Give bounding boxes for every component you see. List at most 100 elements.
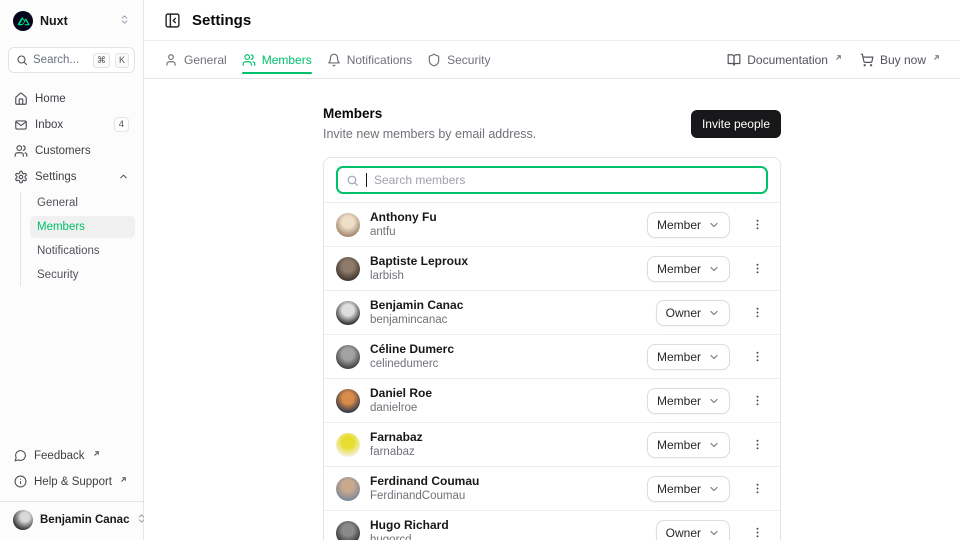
member-avatar bbox=[336, 213, 360, 237]
member-actions-menu[interactable] bbox=[746, 300, 768, 326]
invite-people-button[interactable]: Invite people bbox=[691, 110, 781, 138]
member-username: danielroe bbox=[370, 401, 637, 415]
chevron-down-icon bbox=[708, 527, 720, 539]
member-row: Céline Dumerc celinedumerc Member bbox=[324, 334, 780, 378]
member-row: Baptiste Leproux larbish Member bbox=[324, 246, 780, 290]
sidebar-search-placeholder: Search... bbox=[33, 54, 88, 66]
sidebar-item-feedback[interactable]: Feedback bbox=[8, 444, 135, 467]
ellipsis-vertical-icon bbox=[751, 438, 764, 451]
member-role-select[interactable]: Member bbox=[647, 476, 730, 502]
page-header: Settings bbox=[144, 0, 960, 41]
sidebar-item-customers[interactable]: Customers bbox=[8, 139, 135, 162]
user-avatar bbox=[13, 510, 33, 530]
member-name: Farnabaz bbox=[370, 430, 637, 444]
member-name: Céline Dumerc bbox=[370, 342, 637, 356]
sidebar-item-general[interactable]: General bbox=[30, 192, 135, 214]
member-actions-menu[interactable] bbox=[746, 388, 768, 414]
member-actions-menu[interactable] bbox=[746, 344, 768, 370]
tab-notifications[interactable]: Notifications bbox=[327, 41, 412, 78]
user-icon bbox=[164, 53, 178, 67]
member-name: Hugo Richard bbox=[370, 518, 646, 532]
member-role-select[interactable]: Owner bbox=[656, 300, 730, 326]
chevron-up-down-icon bbox=[119, 12, 130, 30]
member-row: Farnabaz farnabaz Member bbox=[324, 422, 780, 466]
member-actions-menu[interactable] bbox=[746, 432, 768, 458]
member-row: Ferdinand Coumau FerdinandCoumau Member bbox=[324, 466, 780, 510]
inbox-count-badge: 4 bbox=[114, 117, 129, 132]
member-role-select[interactable]: Owner bbox=[656, 520, 730, 540]
info-icon bbox=[14, 475, 27, 488]
member-role-select[interactable]: Member bbox=[647, 344, 730, 370]
member-username: larbish bbox=[370, 269, 637, 283]
external-link-icon bbox=[933, 50, 940, 64]
users-icon bbox=[14, 144, 28, 158]
sidebar-item-settings[interactable]: Settings bbox=[8, 165, 135, 188]
gear-icon bbox=[14, 170, 28, 184]
member-row: Benjamin Canac benjamincanac Owner bbox=[324, 290, 780, 334]
search-members-input[interactable]: Search members bbox=[336, 166, 768, 194]
chevron-down-icon bbox=[708, 395, 720, 407]
shield-icon bbox=[427, 53, 441, 67]
search-icon bbox=[16, 54, 28, 66]
sidebar-item-home[interactable]: Home bbox=[8, 87, 135, 110]
sidebar-item-security[interactable]: Security bbox=[30, 264, 135, 286]
sidebar-item-inbox[interactable]: Inbox 4 bbox=[8, 113, 135, 136]
member-username: hugorcd bbox=[370, 533, 646, 540]
message-icon bbox=[14, 449, 27, 462]
sidebar-item-help-support[interactable]: Help & Support bbox=[8, 470, 135, 493]
user-name: Benjamin Canac bbox=[40, 514, 129, 526]
member-actions-menu[interactable] bbox=[746, 212, 768, 238]
search-icon bbox=[346, 174, 359, 187]
member-role-select[interactable]: Member bbox=[647, 256, 730, 282]
team-switcher[interactable]: Nuxt bbox=[8, 8, 135, 34]
settings-tabbar: General Members Notifications Security D… bbox=[144, 41, 960, 79]
member-name: Baptiste Leproux bbox=[370, 254, 637, 268]
ellipsis-vertical-icon bbox=[751, 306, 764, 319]
member-name: Benjamin Canac bbox=[370, 298, 646, 312]
content-area: Members Invite new members by email addr… bbox=[144, 79, 960, 540]
member-avatar bbox=[336, 257, 360, 281]
kbd-cmd: ⌘ bbox=[93, 53, 110, 68]
tab-members[interactable]: Members bbox=[242, 41, 312, 78]
nuxt-logo-icon bbox=[13, 11, 33, 31]
text-cursor bbox=[366, 173, 367, 187]
ellipsis-vertical-icon bbox=[751, 218, 764, 231]
ellipsis-vertical-icon bbox=[751, 350, 764, 363]
chevron-down-icon bbox=[708, 307, 720, 319]
users-icon bbox=[242, 53, 256, 67]
cart-icon bbox=[860, 53, 874, 67]
ellipsis-vertical-icon bbox=[751, 526, 764, 539]
book-icon bbox=[727, 53, 741, 67]
sidebar-item-notifications[interactable]: Notifications bbox=[30, 240, 135, 262]
member-role-select[interactable]: Member bbox=[647, 432, 730, 458]
tab-security[interactable]: Security bbox=[427, 41, 490, 78]
external-link-icon bbox=[120, 470, 127, 488]
member-username: FerdinandCoumau bbox=[370, 489, 637, 503]
buy-now-link[interactable]: Buy now bbox=[860, 50, 940, 70]
members-card: Search members Anthony Fu antfu Member B… bbox=[323, 157, 781, 540]
tab-general[interactable]: General bbox=[164, 41, 227, 78]
member-username: benjamincanac bbox=[370, 313, 646, 327]
member-actions-menu[interactable] bbox=[746, 256, 768, 282]
search-members-placeholder: Search members bbox=[374, 173, 465, 187]
member-username: farnabaz bbox=[370, 445, 637, 459]
collapse-sidebar-icon[interactable] bbox=[164, 12, 181, 29]
documentation-link[interactable]: Documentation bbox=[727, 50, 842, 70]
member-actions-menu[interactable] bbox=[746, 476, 768, 502]
member-actions-menu[interactable] bbox=[746, 520, 768, 540]
main: Settings General Members Notifications S… bbox=[144, 0, 960, 540]
member-username: antfu bbox=[370, 225, 637, 239]
ellipsis-vertical-icon bbox=[751, 482, 764, 495]
team-name: Nuxt bbox=[40, 14, 112, 28]
member-name: Ferdinand Coumau bbox=[370, 474, 637, 488]
member-avatar bbox=[336, 345, 360, 369]
sidebar-item-members[interactable]: Members bbox=[30, 216, 135, 238]
member-name: Daniel Roe bbox=[370, 386, 637, 400]
sidebar: Nuxt Search... ⌘ K Home Inbox 4 bbox=[0, 0, 144, 540]
chevron-down-icon bbox=[708, 263, 720, 275]
member-role-select[interactable]: Member bbox=[647, 212, 730, 238]
user-menu[interactable]: Benjamin Canac bbox=[8, 502, 135, 532]
member-row: Anthony Fu antfu Member bbox=[324, 202, 780, 246]
sidebar-search-input[interactable]: Search... ⌘ K bbox=[8, 47, 135, 73]
member-role-select[interactable]: Member bbox=[647, 388, 730, 414]
